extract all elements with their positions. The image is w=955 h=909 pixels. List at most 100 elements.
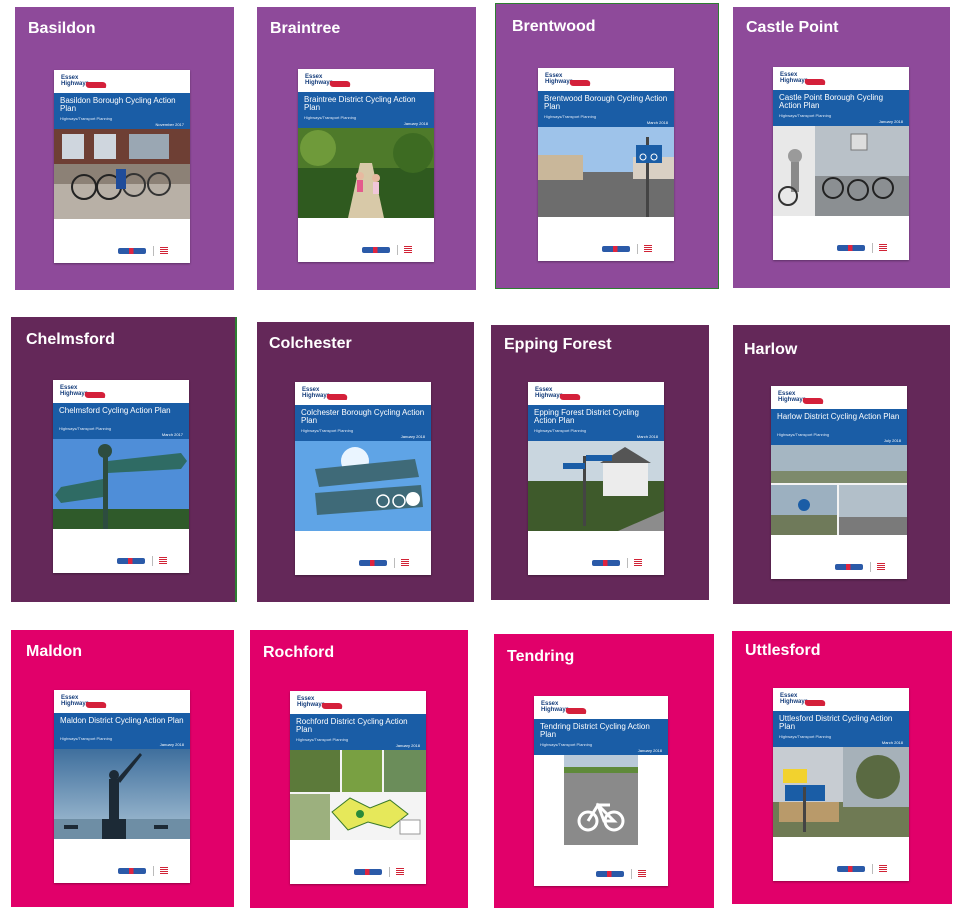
cover-title-band: Braintree District Cycling Action Plan H… (298, 92, 434, 128)
cover-date: March 2017 (161, 432, 183, 437)
cover-photo-statue-silhouette (54, 749, 190, 839)
cover-title-band: Harlow District Cycling Action Plan High… (771, 409, 907, 445)
cover-date: November 2017 (155, 122, 184, 127)
cover-title: Chelmsford Cycling Action Plan (59, 406, 171, 415)
cover-photo-road-sign (295, 441, 431, 531)
cover-title: Uttlesford District Cycling Action Plan (779, 714, 893, 731)
cover-photo-map-collage (290, 750, 426, 840)
cover-footer-logos (295, 549, 431, 575)
document-cover[interactable]: Essex Highways Uttlesford District Cyclin… (773, 688, 909, 881)
tile-title: Harlow (744, 341, 798, 358)
cover-footer-logos (773, 855, 909, 881)
cover-date: January 2018 (400, 434, 425, 439)
document-cover[interactable]: Essex Highways Brentwood Borough Cycling … (538, 68, 674, 261)
cover-title-band: Epping Forest District Cycling Action Pl… (528, 405, 664, 441)
cover-subtitle: Highways/Transport Planning (540, 742, 593, 747)
tile-title: Rochford (263, 644, 335, 661)
cover-title-band: Rochford District Cycling Action Plan Hi… (290, 714, 426, 750)
cover-title: Braintree District Cycling Action Plan (304, 95, 416, 112)
document-cover[interactable]: Essex Highways Tendring District Cycling … (534, 696, 668, 886)
cover-subtitle: Highways/Transport Planning (60, 116, 113, 121)
cover-footer-logos (771, 553, 907, 579)
cover-footer-logos (53, 547, 189, 573)
cover-footer-logos (534, 860, 668, 886)
cover-title: Tendring District Cycling Action Plan (540, 722, 650, 739)
cover-title: Colchester Borough Cycling Action Plan (301, 408, 425, 425)
essex-highways-logo: Essex Highways (780, 72, 832, 88)
cover-date: March 2018 (646, 120, 668, 125)
cover-title: Brentwood Borough Cycling Action Plan (544, 94, 668, 111)
tile-title: Braintree (270, 20, 341, 37)
tile-castle-point[interactable]: Castle Point Essex Highways Castle Point … (733, 7, 950, 288)
tile-title: Colchester (269, 335, 352, 352)
cover-photo-forest-path (298, 128, 434, 218)
tile-epping-forest[interactable]: Epping Forest Essex Highways Epping Fores… (491, 325, 709, 600)
tile-braintree[interactable]: Braintree Essex Highways Braintree Distri… (257, 7, 476, 290)
cover-photo-cycle-routes-collage (771, 445, 907, 535)
cover-title-band: Castle Point Borough Cycling Action Plan… (773, 90, 909, 126)
cover-date: July 2018 (883, 438, 901, 443)
essex-highways-logo: Essex Highways (545, 73, 597, 89)
essex-highways-logo: Essex Highways (302, 387, 354, 403)
tile-chelmsford[interactable]: Chelmsford Essex Highways Chelmsford Cycl… (11, 317, 237, 602)
cover-date: January 2018 (159, 742, 184, 747)
essex-highways-logo: Essex Highways (297, 696, 349, 712)
cover-date: March 2018 (881, 740, 903, 745)
cover-date: January 2018 (403, 121, 428, 126)
tile-title: Castle Point (746, 19, 839, 36)
cover-photo-street-sign (538, 127, 674, 217)
tile-title: Basildon (28, 20, 96, 37)
essex-highways-logo: Essex Highways (60, 385, 112, 401)
cover-title-band: Uttlesford District Cycling Action Plan … (773, 711, 909, 747)
cover-subtitle: Highways/Transport Planning (301, 428, 354, 433)
cover-footer-logos (54, 237, 190, 263)
document-cover[interactable]: Essex Highways Harlow District Cycling Ac… (771, 386, 907, 579)
cover-photo-town-signs (773, 747, 909, 837)
tile-title: Epping Forest (504, 336, 612, 353)
tile-tendring[interactable]: Tendring Essex Highways Tendring District… (494, 634, 714, 908)
cover-footer-logos (528, 549, 664, 575)
tile-harlow[interactable]: Harlow Essex Highways Harlow District Cyc… (733, 325, 950, 604)
tile-brentwood[interactable]: Brentwood Essex Highways Brentwood Boroug… (495, 3, 719, 289)
cover-footer-logos (773, 234, 909, 260)
tile-uttlesford[interactable]: Uttlesford Essex Highways Uttlesford Dist… (732, 631, 952, 904)
cover-subtitle: Highways/Transport Planning (59, 426, 112, 431)
cover-footer-logos (538, 235, 674, 261)
cover-footer-logos (290, 858, 426, 884)
document-cover[interactable]: Essex Highways Epping Forest District Cyc… (528, 382, 664, 575)
cover-subtitle: Highways/Transport Planning (779, 113, 832, 118)
cover-title-band: Colchester Borough Cycling Action Plan H… (295, 405, 431, 441)
cover-title-band: Tendring District Cycling Action Plan Hi… (534, 719, 668, 755)
essex-highways-logo: Essex Highways (61, 75, 113, 91)
cover-title-band: Brentwood Borough Cycling Action Plan Hi… (538, 91, 674, 127)
tile-title: Uttlesford (745, 642, 821, 659)
essex-highways-logo: Essex Highways (778, 391, 830, 407)
tile-title: Maldon (26, 643, 82, 660)
document-cover[interactable]: Essex Highways Braintree District Cycling… (298, 69, 434, 262)
tile-colchester[interactable]: Colchester Essex Highways Colchester Boro… (257, 322, 474, 602)
cover-title: Maldon District Cycling Action Plan (60, 716, 184, 725)
cover-subtitle: Highways/Transport Planning (544, 114, 597, 119)
cover-title: Harlow District Cycling Action Plan (777, 412, 900, 421)
document-cover[interactable]: Essex Highways Basildon Borough Cycling A… (54, 70, 190, 263)
cover-photo-bike-rack (54, 129, 190, 219)
essex-highways-logo: Essex Highways (305, 74, 357, 90)
cover-photo-cycle-parking (773, 126, 909, 216)
cover-photo-village-sign (528, 441, 664, 531)
cover-title: Castle Point Borough Cycling Action Plan (779, 93, 884, 110)
document-cover[interactable]: Essex Highways Castle Point Borough Cycli… (773, 67, 909, 260)
cover-subtitle: Highways/Transport Planning (304, 115, 357, 120)
document-cover[interactable]: Essex Highways Chelmsford Cycling Action … (53, 380, 189, 573)
cover-date: March 2018 (636, 434, 658, 439)
document-cover[interactable]: Essex Highways Maldon District Cycling Ac… (54, 690, 190, 883)
document-cover[interactable]: Essex Highways Colchester Borough Cycling… (295, 382, 431, 575)
essex-highways-logo: Essex Highways (535, 387, 587, 403)
tile-title: Brentwood (512, 18, 596, 35)
tile-basildon[interactable]: Basildon Essex Highways Basildon Borough … (15, 7, 234, 290)
document-cover[interactable]: Essex Highways Rochford District Cycling … (290, 691, 426, 884)
tile-title: Tendring (507, 648, 575, 665)
cover-subtitle: Highways/Transport Planning (60, 736, 113, 741)
tile-rochford[interactable]: Rochford Essex Highways Rochford District… (250, 630, 468, 908)
tile-maldon[interactable]: Maldon Essex Highways Maldon District Cyc… (11, 630, 234, 907)
cover-subtitle: Highways/Transport Planning (777, 432, 830, 437)
